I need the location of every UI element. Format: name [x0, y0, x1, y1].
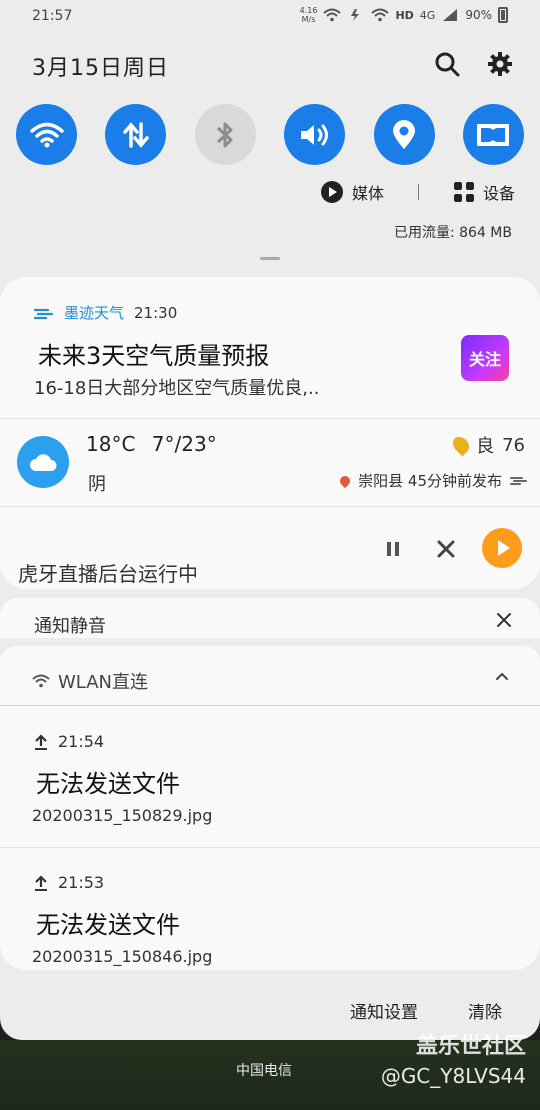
weather-publish-info: 崇阳县 45分钟前发布 — [338, 470, 528, 491]
search-icon — [435, 52, 460, 77]
file-time: 21:53 — [58, 873, 105, 892]
aqi-label: 良 — [476, 436, 495, 457]
collapse-button[interactable] — [492, 666, 512, 686]
weather-app-name: 墨迹天气 — [64, 304, 125, 322]
silent-close-button[interactable] — [492, 608, 516, 632]
file-message: 无法发送文件 — [36, 911, 180, 939]
temp-range: 7°/23° — [151, 432, 217, 456]
upload-icon — [35, 874, 47, 891]
card-divider — [0, 418, 540, 419]
mobile-data-toggle[interactable] — [105, 104, 167, 165]
aqi-value: 76 — [502, 434, 525, 456]
file-name: 20200315_150846.jpg — [32, 947, 213, 966]
network-type: 4G — [419, 8, 436, 22]
data-arrows-icon — [123, 121, 149, 148]
notification-settings-button[interactable]: 通知设置 — [350, 998, 418, 1023]
wifi-toggle[interactable] — [16, 104, 77, 165]
file-time-row: 21:53 — [34, 873, 104, 892]
speaker-icon — [300, 124, 328, 145]
pause-icon — [387, 542, 399, 556]
chevron-up-icon — [496, 672, 508, 680]
devices-grid-icon — [454, 182, 475, 202]
follow-button[interactable]: 关注 — [461, 335, 509, 381]
weather-notification-title: 未来3天空气质量预报 — [38, 342, 270, 370]
battery-icon — [498, 7, 508, 23]
devices-button[interactable]: 设备 — [453, 180, 515, 204]
settings-button[interactable] — [482, 46, 518, 82]
current-temp: 18°C — [86, 432, 136, 456]
location-pin-icon — [393, 119, 416, 149]
dolby-toggle[interactable] — [462, 104, 524, 165]
location-marker-icon — [338, 473, 353, 488]
sound-toggle[interactable] — [284, 104, 346, 165]
file-time: 21:54 — [58, 732, 105, 751]
signal-icon — [443, 9, 458, 21]
carrier-label: 中国电信 — [236, 1063, 292, 1079]
gear-icon — [488, 52, 512, 76]
wlan-direct-header[interactable]: WLAN直连 — [32, 668, 148, 694]
wifi-status-icon-2 — [371, 8, 390, 22]
shade-drag-handle[interactable] — [260, 257, 280, 260]
leaf-icon — [449, 433, 473, 457]
close-live-button[interactable] — [431, 534, 461, 564]
file-name: 20200315_150829.jpg — [32, 806, 213, 825]
media-label: 媒体 — [352, 184, 385, 203]
file-time-row: 21:54 — [34, 732, 104, 751]
watermark-user: @GC_Y8LVS44 — [380, 1064, 526, 1088]
weather-app-header: 墨迹天气 21:30 — [34, 302, 177, 323]
dolby-icon — [477, 123, 510, 146]
weather-condition: 阴 — [88, 474, 106, 495]
weather-notification-subtitle: 16-18日大部分地区空气质量优良,.. — [34, 378, 320, 399]
battery-percent: 90% — [465, 8, 492, 22]
weather-temperature: 18°C 7°/23° — [86, 432, 217, 456]
live-notification-text: 虎牙直播后台运行中 — [18, 562, 198, 586]
status-time: 21:57 — [32, 8, 73, 24]
card-divider — [0, 847, 540, 848]
wlan-direct-title: WLAN直连 — [58, 672, 149, 693]
hd-label: HD — [395, 8, 414, 22]
cloud-icon — [17, 436, 69, 488]
bolt-sim-icon — [351, 9, 360, 21]
bluetooth-toggle[interactable] — [194, 104, 256, 165]
air-quality: 良 76 — [449, 432, 525, 458]
play-circle-icon — [321, 181, 343, 203]
media-devices-row: 媒体 设备 — [320, 180, 515, 204]
close-icon — [497, 613, 511, 627]
close-icon — [437, 540, 455, 558]
devices-label: 设备 — [483, 184, 516, 203]
clear-button[interactable]: 清除 — [468, 998, 502, 1023]
data-usage-label: 已用流量: 864 MB — [393, 225, 512, 241]
huya-app-icon — [482, 528, 522, 568]
weather-app-icon — [34, 308, 54, 319]
status-bar: 21:57 4.16 M/s HD 4G 90% — [0, 0, 540, 34]
status-icons: 4.16 M/s HD 4G 90% — [300, 6, 508, 24]
wifi-icon — [29, 122, 64, 147]
pause-button[interactable] — [378, 534, 408, 564]
silent-notifications-label: 通知静音 — [34, 616, 106, 637]
wifi-direct-icon — [32, 674, 50, 688]
card-divider — [0, 705, 540, 706]
network-speed: 4.16 M/s — [299, 6, 318, 24]
file-message: 无法发送文件 — [36, 770, 180, 798]
upload-icon — [35, 733, 47, 750]
watermark-title: 盖乐世社区 — [415, 1034, 526, 1059]
media-separator — [418, 184, 420, 200]
wifi-status-icon — [323, 8, 342, 22]
weather-source-icon — [510, 476, 527, 485]
shade-bottom-bar: 通知设置 清除 — [0, 990, 540, 1030]
weather-published: 崇阳县 45分钟前发布 — [358, 472, 502, 490]
quick-settings-row — [16, 104, 524, 165]
bluetooth-icon — [217, 122, 233, 147]
date-label: 3月15日周日 — [32, 56, 169, 81]
media-button[interactable]: 媒体 — [320, 180, 384, 204]
search-button[interactable] — [429, 46, 465, 82]
location-toggle[interactable] — [373, 104, 435, 165]
weather-notification-time: 21:30 — [134, 303, 178, 322]
card-divider — [0, 506, 540, 507]
